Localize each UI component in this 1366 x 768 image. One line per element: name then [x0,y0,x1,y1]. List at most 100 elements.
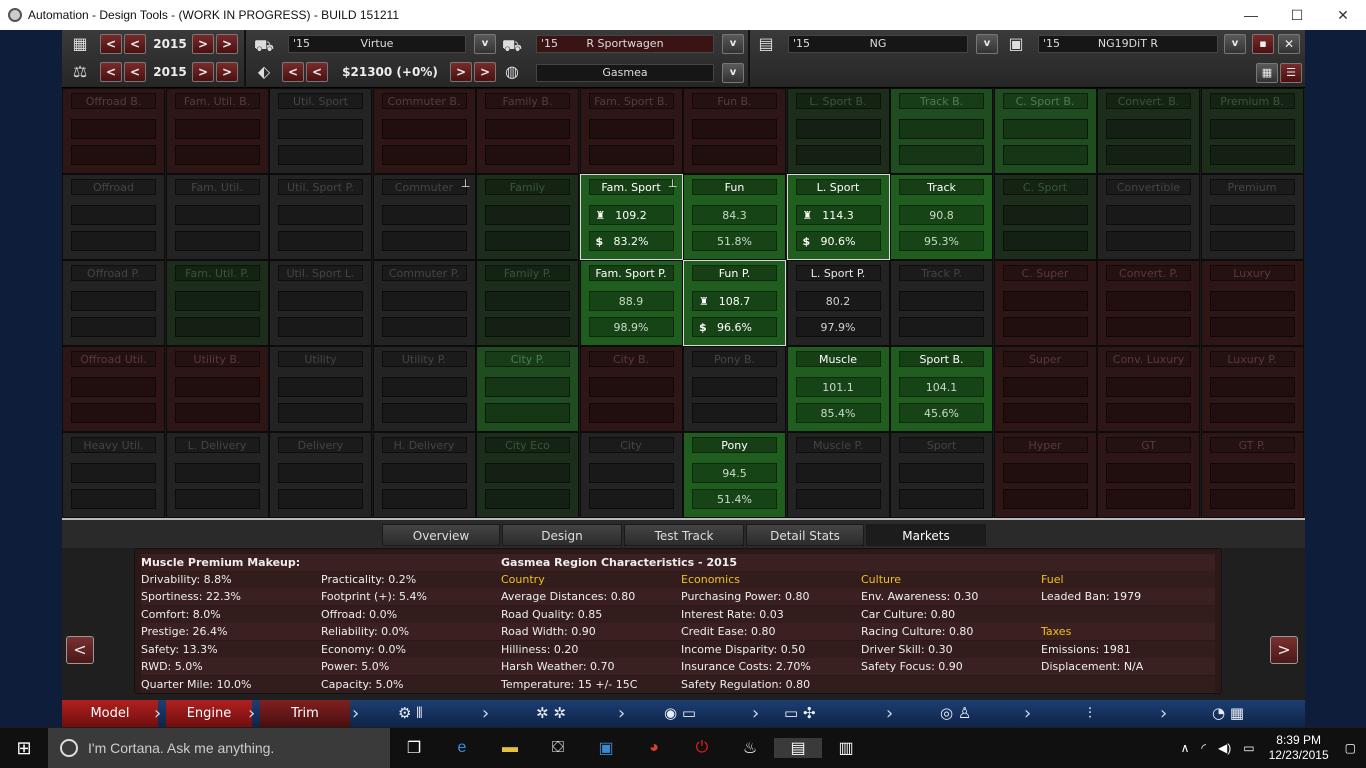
tab-overview[interactable]: Overview [382,524,500,546]
grid-view-icon[interactable]: ▦ [1256,63,1278,83]
market-cell[interactable]: City B. [579,346,683,432]
market-cell[interactable]: Fam. Util. P. [165,260,269,346]
tab-test-track[interactable]: Test Track [624,524,744,546]
market-cell[interactable]: Luxury P. [1200,346,1304,432]
market-cell[interactable]: Fam. Sport B. [579,88,683,174]
market-cell[interactable]: Sport [890,432,993,518]
market-cell[interactable]: Utility [269,346,372,432]
market-cell[interactable]: Luxury [1200,260,1304,346]
close-project-button[interactable]: ✕ [1278,34,1300,54]
clock[interactable]: 8:39 PM 12/23/2015 [1269,733,1329,763]
variant-select[interactable]: '15 NG19DiT R [1038,35,1218,53]
market-cell[interactable]: H. Delivery [372,432,476,518]
market-cell[interactable]: Super [993,346,1097,432]
market-cell[interactable]: L. Sport B. [786,88,890,174]
tab-markets[interactable]: Markets [866,524,986,546]
chevron-up-icon[interactable]: ∧ [1181,741,1190,755]
model-dropdown-button[interactable]: v [474,34,496,54]
market-cell[interactable]: Fam. Util. [165,174,269,260]
automation-app-icon[interactable]: ▤ [774,738,822,758]
suspension-icon[interactable]: ⫶ [1088,700,1092,727]
engine-select[interactable]: '15 NG [788,35,968,53]
market-cell[interactable]: City P. [476,346,579,432]
market-cell[interactable]: Commuter B. [372,88,476,174]
market-cell[interactable]: Convert. P. [1097,260,1200,346]
market-cell[interactable]: Hyper [993,432,1097,518]
panel-prev-button[interactable]: < [66,636,94,664]
gear-transmission-icon[interactable]: ⚙ ⫴ [398,700,423,727]
market-cell[interactable]: Offroad [62,174,165,260]
trim-dropdown-button[interactable]: v [722,34,744,54]
windows-start-icon[interactable]: ⊞ [0,738,48,759]
year1-next-button-2[interactable]: > [216,34,238,54]
panel-next-button[interactable]: > [1270,636,1298,664]
steering-seat-icon[interactable]: ◎ ♙ [940,700,971,727]
market-cell[interactable]: L. Sport ♜ 114.3 $90.6% [786,174,890,260]
market-cell[interactable]: Fun P. ♜ 108.7 $96.6% [683,260,786,346]
market-cell[interactable]: Util. Sport P. [269,174,372,260]
year2-next-button-2[interactable]: > [216,62,238,82]
tab-design[interactable]: Design [502,524,622,546]
market-cell[interactable]: L. Delivery [165,432,269,518]
market-cell[interactable]: Fam. Sport P. 88.9 98.9% [579,260,683,346]
market-cell[interactable]: L. Sport P. 80.2 97.9% [786,260,890,346]
nav-model[interactable]: Model [62,700,158,727]
market-cell[interactable]: Util. Sport [269,88,372,174]
network-icon[interactable]: ◜ [1201,741,1206,755]
car-aero-icon[interactable]: ▭ ✣ [784,700,816,727]
year1-prev-button-2[interactable]: < [124,34,146,54]
cortana-search[interactable]: I'm Cortana. Ask me anything. [48,728,390,768]
app-icon-blue[interactable]: ▣ [582,738,630,758]
wheel-body-icon[interactable]: ◉ ▭ [664,700,696,727]
market-cell[interactable]: Sport B. 104.1 45.6% [890,346,993,432]
steam-icon[interactable]: ♨ [726,738,774,758]
variant-dropdown-button[interactable]: v [1224,34,1246,54]
task-view-icon[interactable]: ❐ [390,738,438,758]
market-cell[interactable]: Premium B. [1200,88,1304,174]
market-cell[interactable]: Utility B. [165,346,269,432]
close-window-button[interactable]: ✕ [1320,7,1366,24]
edge-icon[interactable]: e [438,739,486,757]
notepad-icon[interactable]: ▥ [822,738,870,758]
market-cell[interactable]: Fam. Sport ♜ 109.2 $83.2% ⊥ [579,174,683,260]
volume-icon[interactable]: ◀) [1218,741,1231,755]
market-cell[interactable]: Track B. [890,88,993,174]
market-cell[interactable]: Muscle P. [786,432,890,518]
market-cell[interactable]: Conv. Luxury [1097,346,1200,432]
price-prev-button[interactable]: < [282,62,304,82]
maximize-button[interactable]: ☐ [1274,7,1320,24]
year1-next-button[interactable]: > [192,34,214,54]
market-cell[interactable]: Heavy Util. [62,432,165,518]
region-select[interactable]: Gasmea [536,64,714,82]
market-cell[interactable]: Util. Sport L. [269,260,372,346]
pin-icon[interactable]: ⊥ [461,177,471,190]
year2-prev-button[interactable]: < [100,62,122,82]
market-cell[interactable]: Pony 94.5 51.4% [683,432,786,518]
year2-prev-button-2[interactable]: < [124,62,146,82]
market-cell[interactable]: Fam. Util. B. [165,88,269,174]
model-select[interactable]: '15 Virtue [288,35,466,53]
minimize-button[interactable]: — [1228,7,1274,23]
engine-dropdown-button[interactable]: v [976,34,998,54]
market-cell[interactable]: Track P. [890,260,993,346]
file-explorer-icon[interactable]: ▬ [486,739,534,757]
market-cell[interactable]: Muscle 101.1 85.4% [786,346,890,432]
power-app-icon[interactable]: ⏻ [678,739,726,757]
brakes-icon[interactable]: ✲ ✲ [536,700,566,727]
market-cell[interactable]: Family [476,174,579,260]
tab-detail-stats[interactable]: Detail Stats [746,524,864,546]
market-cell[interactable]: Fun B. [683,88,786,174]
nav-trim[interactable]: Trim [260,700,350,727]
notifications-icon[interactable]: ▢ [1345,741,1356,755]
year1-prev-button[interactable]: < [100,34,122,54]
trim-select[interactable]: '15 R Sportwagen [536,35,714,53]
market-cell[interactable]: Commuter P. [372,260,476,346]
price-prev-button-2[interactable]: < [306,62,328,82]
market-cell[interactable]: GT P. [1200,432,1304,518]
market-cell[interactable]: Utility P. [372,346,476,432]
market-cell[interactable]: C. Super [993,260,1097,346]
store-icon[interactable]: ⛋ [534,739,582,757]
market-cell[interactable]: Commuter ⊥ [372,174,476,260]
region-dropdown-button[interactable]: v [722,63,744,83]
market-cell[interactable]: Track 90.8 95.3% [890,174,993,260]
